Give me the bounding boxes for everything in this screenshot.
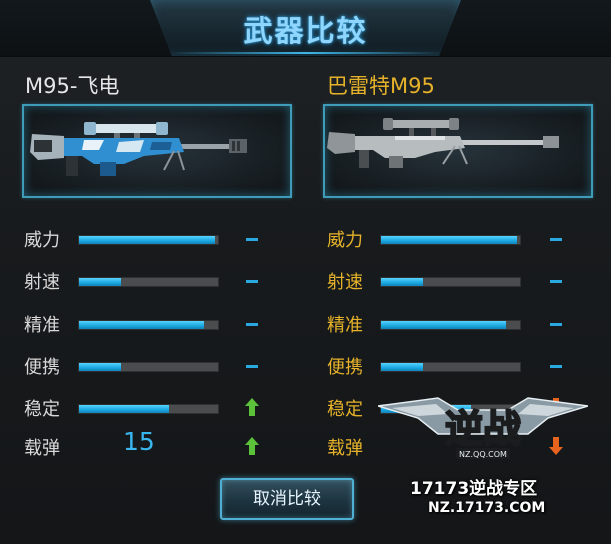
watermark-line1: 17173逆战专区 (410, 479, 538, 499)
right-weapon-card (323, 104, 593, 198)
right-stat-bar-fill (381, 236, 517, 244)
left-equal-dash-icon (246, 365, 258, 368)
left-stat-label: 威力 (24, 230, 60, 251)
left-stat-bar-fill (79, 278, 121, 286)
nizhan-logo: 逆战 NZ.QQ.COM (378, 397, 588, 459)
logo-text: 逆战 (445, 407, 521, 451)
left-stat-bar-fill (79, 321, 204, 329)
left-stat-bar (78, 362, 219, 372)
right-equal-dash-icon (550, 280, 562, 283)
left-stat-bar-fill (79, 236, 215, 244)
right-stat-bar-fill (381, 321, 506, 329)
left-stat-label: 精准 (24, 315, 60, 336)
right-stat-label: 威力 (327, 230, 363, 251)
left-equal-dash-icon (246, 323, 258, 326)
right-stat-bar (380, 277, 521, 287)
left-stat-label: 稳定 (24, 399, 60, 420)
right-equal-dash-icon (550, 323, 562, 326)
right-stat-label: 射速 (327, 272, 363, 293)
right-equal-dash-icon (550, 238, 562, 241)
title-bar: 武器比较 (0, 0, 611, 57)
left-stat-bar (78, 404, 219, 414)
panel-title: 武器比较 (243, 14, 368, 48)
left-stat-bar (78, 235, 219, 245)
left-stat-label: 便携 (24, 357, 60, 378)
left-stat-bar-fill (79, 363, 121, 371)
left-weapon-name: M95-飞电 (25, 74, 120, 98)
watermark-line2: NZ.17173.COM (428, 500, 546, 516)
left-up-arrow-icon (245, 437, 259, 455)
left-equal-dash-icon (246, 238, 258, 241)
left-weapon-card (22, 104, 292, 198)
right-stat-label: 精准 (327, 315, 363, 336)
sniper-rifle-blue-icon (30, 122, 247, 176)
right-stat-label: 稳定 (327, 399, 363, 420)
right-stat-label: 便携 (327, 357, 363, 378)
right-stat-bar-fill (381, 278, 423, 286)
weapon-compare-panel: 武器比较 M95-飞电 巴雷特M95 威力 威力 射速 射速 精准 精准 便携 … (0, 0, 611, 544)
right-stat-bar (380, 235, 521, 245)
left-up-arrow-icon (245, 398, 259, 416)
right-stat-bar-fill (381, 363, 423, 371)
left-ammo-value: 15 (123, 427, 155, 456)
right-stat-bar (380, 320, 521, 330)
left-stat-label: 载弹 (24, 438, 60, 459)
left-stat-bar-fill (79, 405, 169, 413)
right-stat-label: 载弹 (327, 438, 363, 459)
left-stat-bar (78, 277, 219, 287)
right-equal-dash-icon (550, 365, 562, 368)
sniper-rifle-gray-icon (327, 118, 559, 168)
right-weapon-name: 巴雷特M95 (327, 74, 435, 98)
left-stat-label: 射速 (24, 272, 60, 293)
left-equal-dash-icon (246, 280, 258, 283)
logo-sub-text: NZ.QQ.COM (459, 450, 507, 459)
left-stat-bar (78, 320, 219, 330)
right-stat-bar (380, 362, 521, 372)
cancel-compare-button[interactable]: 取消比较 (220, 478, 354, 520)
